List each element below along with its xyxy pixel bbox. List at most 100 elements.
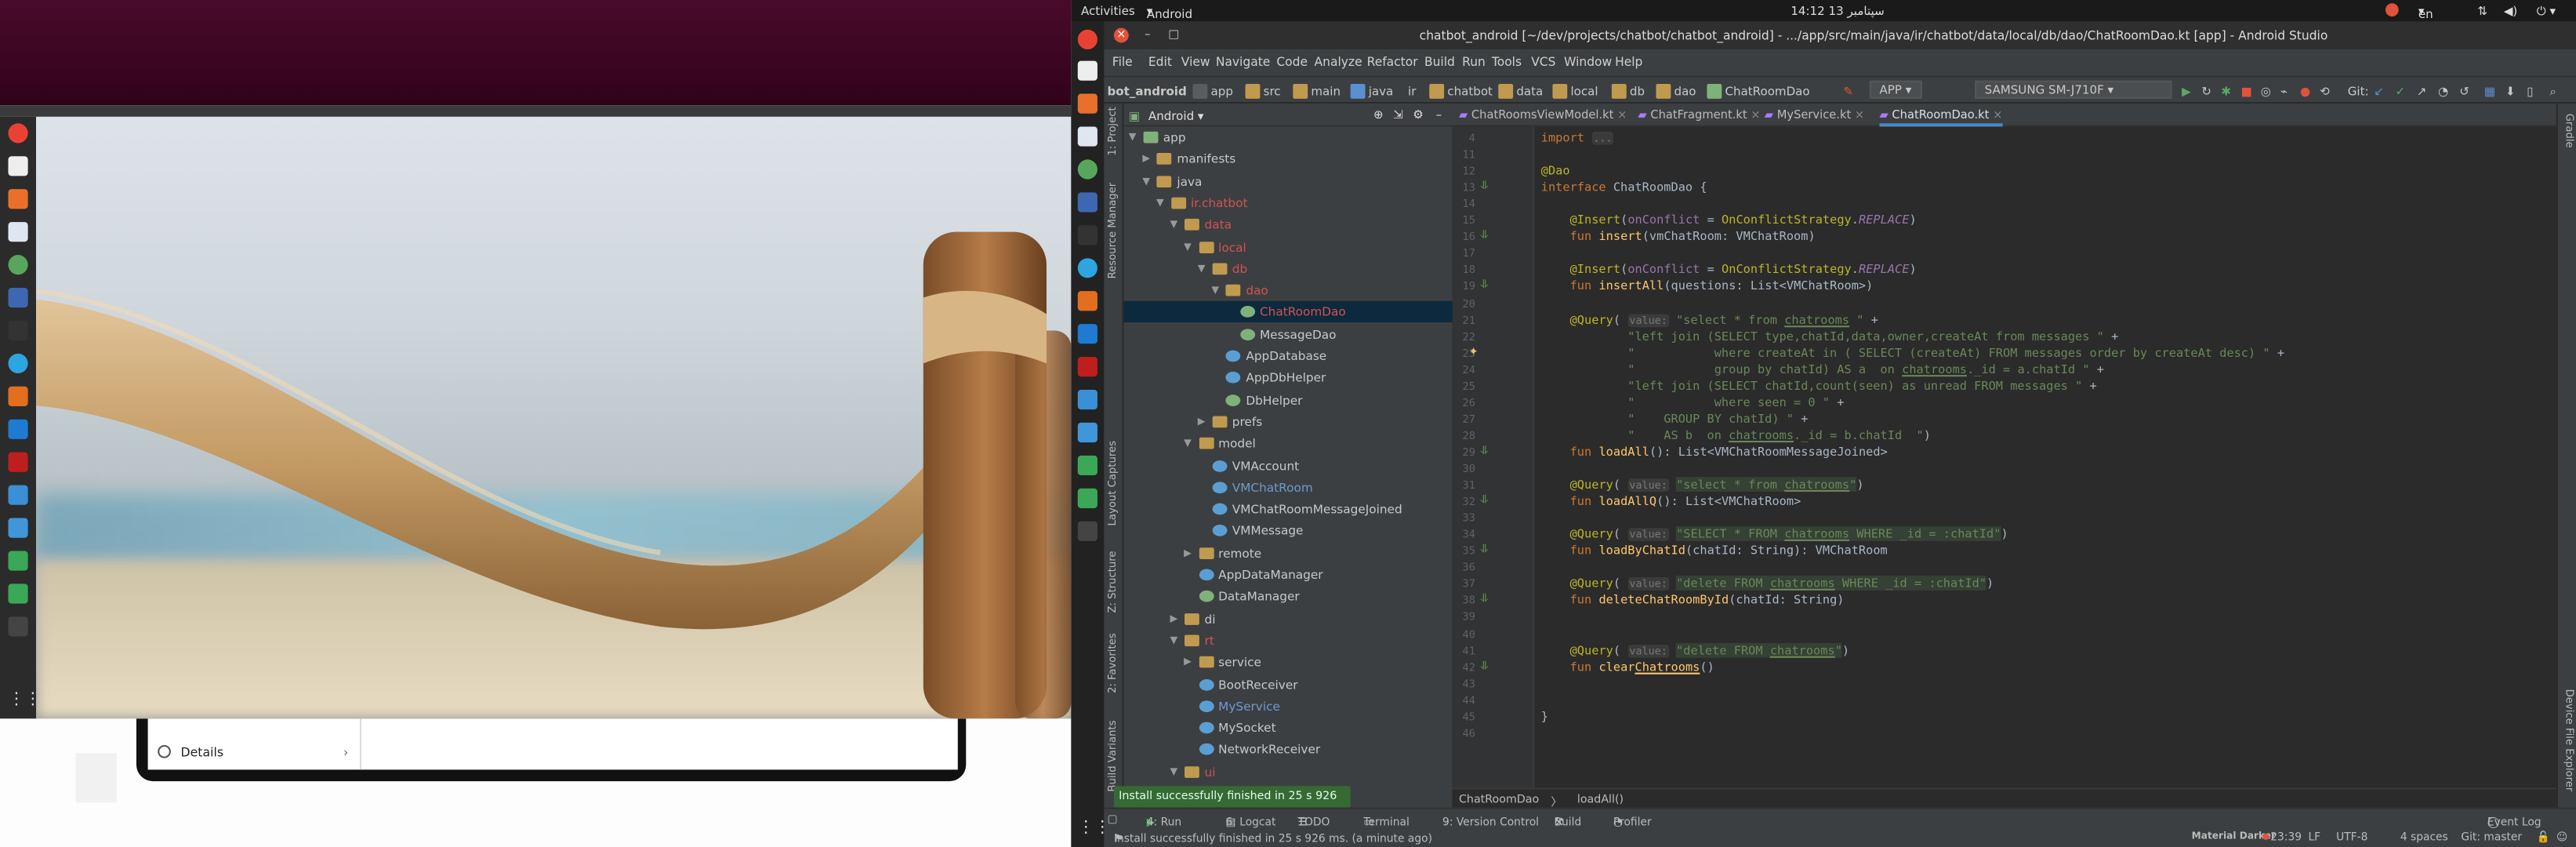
close-tab-icon[interactable]: × [1613, 108, 1627, 122]
avd-manager-icon[interactable]: ▯ [2527, 84, 2533, 99]
code-line[interactable]: " GROUP BY chatId) " + [1541, 411, 1808, 426]
implementation-gutter-icon[interactable]: ⥥ [1480, 229, 1489, 244]
tree-item-remote[interactable]: ▶ remote [1123, 542, 1452, 563]
chevron-down-icon[interactable]: ▼ [1211, 280, 1219, 301]
app-icon-3[interactable] [8, 485, 28, 505]
crumb-class[interactable]: ChatRoomDao [1459, 793, 1539, 806]
implementation-gutter-icon[interactable]: ⥥ [1480, 659, 1489, 674]
breadcrumb-java[interactable]: java [1369, 84, 1394, 99]
implementation-gutter-icon[interactable]: ⥥ [1480, 278, 1489, 293]
app-icon[interactable] [1077, 192, 1098, 213]
tree-item-local[interactable]: ▼ local [1123, 236, 1452, 257]
sublime-icon[interactable] [8, 386, 28, 406]
code-line[interactable]: fun insert(vmChatRoom: VMChatRoom) [1541, 229, 1816, 244]
tree-item-model[interactable]: ▼ model [1123, 433, 1452, 454]
tree-item-prefs[interactable]: ▶ prefs [1123, 411, 1452, 432]
android-studio-icon[interactable] [8, 255, 28, 275]
tool-gradle[interactable]: Gradle [2563, 114, 2574, 148]
software-icon[interactable] [1077, 93, 1098, 114]
document-icon[interactable] [8, 222, 28, 242]
sublime-icon[interactable] [1077, 291, 1098, 311]
tree-item-mysocket[interactable]: MySocket [1123, 717, 1452, 738]
language-indicator[interactable]: en ▾ [2418, 3, 2433, 21]
chrome-icon[interactable] [8, 123, 28, 144]
telegram-icon[interactable] [1077, 258, 1098, 278]
files-icon[interactable] [1077, 60, 1098, 81]
git-update-icon[interactable]: ↙ [2374, 84, 2384, 99]
collapse-icon[interactable]: ⇲ [1393, 107, 1403, 122]
line-separator[interactable]: LF [2308, 831, 2320, 844]
menu-view[interactable]: View [1181, 54, 1210, 69]
android-icon[interactable] [8, 551, 28, 571]
breadcrumb-app[interactable]: app [1211, 84, 1233, 99]
volume-icon[interactable]: ◀) [2504, 3, 2517, 18]
sdk-manager-icon[interactable]: ⬇ [2505, 84, 2516, 99]
code-line[interactable]: "left join (SELECT chatId,count(seen) as… [1541, 378, 2096, 393]
app-icon[interactable] [8, 287, 28, 308]
show-apps-icon[interactable]: ⋮⋮ [1078, 819, 1111, 838]
implementation-gutter-icon[interactable]: ⥥ [1480, 180, 1489, 194]
code-line[interactable]: @Dao [1541, 163, 1570, 178]
stop-icon[interactable]: ■ [2241, 84, 2252, 99]
implementation-gutter-icon[interactable]: ⥥ [1480, 593, 1489, 608]
activities-button[interactable]: Activities [1081, 3, 1135, 18]
chevron-down-icon[interactable]: ▼ [1198, 258, 1206, 279]
app-menu[interactable]: Android Studio ▾ [1147, 3, 1192, 36]
app-icon-2[interactable] [1077, 225, 1098, 245]
breadcrumb-file[interactable]: ChatRoomDao [1725, 84, 1809, 99]
code-line[interactable]: @Query( value: "delete FROM chatrooms") [1541, 642, 1849, 657]
debug-icon[interactable]: ✱ [2221, 84, 2231, 99]
implementation-gutter-icon[interactable]: ⥥ [1480, 543, 1489, 558]
tree-item-messagedao[interactable]: MessageDao [1123, 323, 1452, 344]
breadcrumb-project[interactable]: bot_android [1108, 84, 1187, 99]
code-line[interactable]: fun clearChatrooms() [1541, 659, 1714, 674]
code-line[interactable]: fun loadAll(): List<VMChatRoomMessageJoi… [1541, 444, 1888, 459]
app-icon-4[interactable] [8, 518, 28, 538]
terminal-icon[interactable] [8, 616, 28, 637]
chevron-right-icon[interactable]: ▶ [1142, 148, 1150, 169]
sync-icon[interactable]: ⟲ [2320, 84, 2330, 99]
tool-structure[interactable]: Z: Structure [1108, 551, 1119, 613]
breadcrumb-dao[interactable]: dao [1674, 84, 1696, 99]
locate-icon[interactable]: ⊕ [1373, 107, 1384, 122]
editor-scrollbar[interactable] [2543, 126, 2556, 787]
menu-file[interactable]: File [1112, 54, 1133, 69]
intention-bulb-icon[interactable]: ✦ [1469, 345, 1478, 358]
apply-changes-icon[interactable]: ↻ [2201, 84, 2211, 99]
tab-chatroomsviewmodel-kt[interactable]: ▰ ChatRoomsViewModel.kt × [1459, 104, 1627, 126]
android-icon-2[interactable] [8, 583, 28, 604]
close-tab-icon[interactable]: × [1989, 108, 2002, 122]
hammer-icon[interactable]: ✎ [1843, 84, 1853, 99]
document-icon[interactable] [1077, 126, 1098, 147]
hide-icon[interactable]: – [1436, 107, 1442, 122]
code-line[interactable]: @Query( value: "delete FROM chatrooms WH… [1541, 576, 1994, 591]
menu-edit[interactable]: Edit [1148, 54, 1172, 69]
show-apps-icon[interactable]: ⋮⋮ [8, 691, 41, 711]
app-icon-2[interactable] [8, 320, 28, 341]
filezilla-icon[interactable] [1077, 357, 1098, 377]
menu-refactor[interactable]: Refactor [1367, 54, 1418, 69]
code-line[interactable]: "left join (SELECT type,chatId,data,owne… [1541, 329, 2118, 344]
vscode-icon[interactable] [8, 419, 28, 439]
git-branch[interactable]: Git: master [2461, 831, 2522, 844]
tool-build-variants[interactable]: Build Variants [1108, 720, 1119, 791]
tree-item-ir-chatbot[interactable]: ▼ ir.chatbot [1123, 192, 1452, 213]
close-icon[interactable]: × [1113, 27, 1129, 43]
tree-item-appdbhelper[interactable]: AppDbHelper [1123, 367, 1452, 388]
menu-help[interactable]: Help [1615, 54, 1642, 69]
tree-item-datamanager[interactable]: DataManager [1123, 586, 1452, 607]
tool-favorites[interactable]: 2: Favorites [1108, 633, 1119, 693]
device-selector[interactable]: SAMSUNG SM-J710F ▾ [1975, 80, 2172, 99]
tab-chatfragment-kt[interactable]: ▰ ChatFragment.kt × [1638, 104, 1760, 126]
close-tab-icon[interactable]: × [1747, 108, 1760, 122]
code-line[interactable]: fun loadByChatId(chatId: String): VMChat… [1541, 543, 1888, 558]
maximize-icon[interactable]: □ [1166, 28, 1181, 43]
menu-tools[interactable]: Tools [1492, 54, 1522, 69]
android-icon[interactable] [1077, 455, 1098, 476]
code-editor[interactable]: 4 11 12 13 ⥥ 14 15 16 ⥥ 17 18 19 ⥥ 20 21 22 23 ✦ 24 25 26 27 2… [1452, 126, 2556, 788]
tree-item-di[interactable]: ▶ di [1123, 608, 1452, 629]
breadcrumb-chatbot[interactable]: chatbot [1447, 84, 1493, 99]
tree-item-dbhelper[interactable]: DbHelper [1123, 389, 1452, 410]
tree-item-vmmessage[interactable]: VMMessage [1123, 520, 1452, 541]
menu-window[interactable]: Window [1564, 54, 1612, 69]
